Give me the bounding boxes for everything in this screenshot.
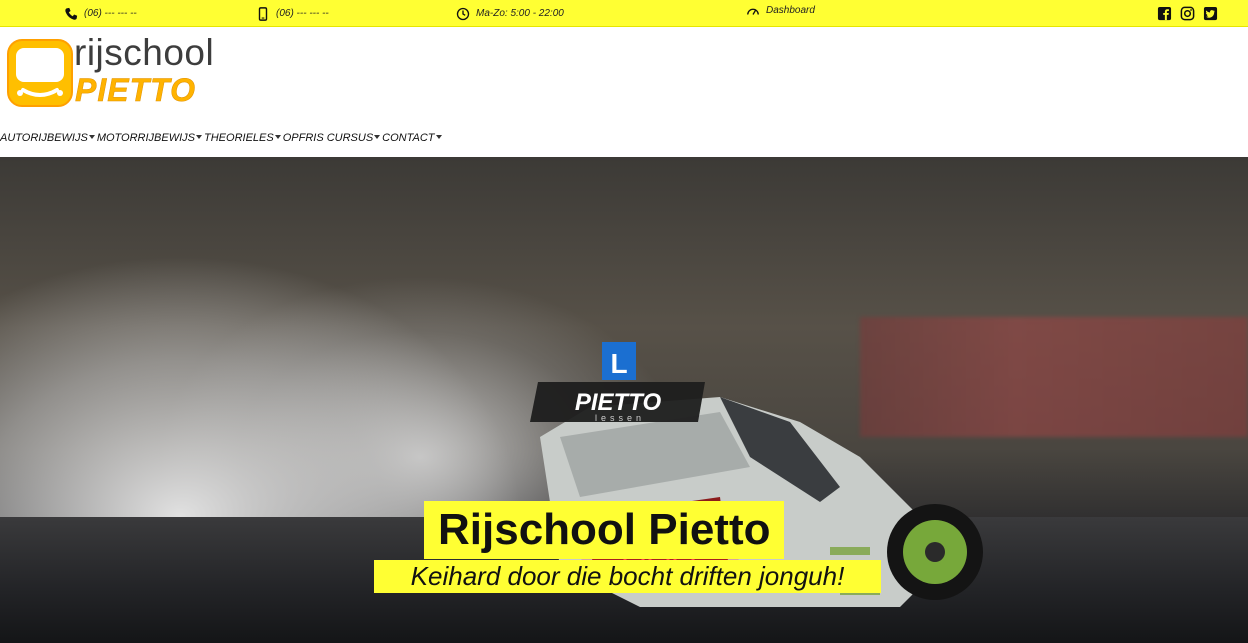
nav-item-autorijbewijs[interactable]: AUTORIJBEWIJS [0, 132, 95, 144]
mobile-contact[interactable]: (06) --- --- -- [256, 0, 329, 27]
speedometer-icon [747, 8, 759, 15]
nav-label: CONTACT [382, 132, 435, 144]
mobile-icon [258, 6, 268, 21]
twitter-icon[interactable] [1203, 6, 1218, 21]
nav-label: AUTORIJBEWIJS [0, 132, 88, 144]
logo-text-pietto: PIETTO [75, 72, 196, 109]
top-info-bar: (06) --- --- -- (06) --- --- -- Ma-Zo: 5… [0, 0, 1248, 27]
caret-down-icon [88, 135, 95, 139]
main-navigation: AUTORIJBEWIJS MOTORRIJBEWIJS THEORIELES … [0, 132, 442, 144]
phone-icon [65, 7, 78, 20]
hero-title: Rijschool Pietto [424, 501, 785, 559]
opening-hours: Ma-Zo: 5:00 - 22:00 [456, 0, 564, 27]
facebook-icon[interactable] [1157, 6, 1172, 21]
nav-item-theorieles[interactable]: THEORIELES [204, 132, 281, 144]
hours-text: Ma-Zo: 5:00 - 22:00 [476, 8, 564, 19]
nav-item-motorrijbewijs[interactable]: MOTORRIJBEWIJS [96, 132, 203, 144]
nav-label: MOTORRIJBEWIJS [96, 132, 196, 144]
site-logo[interactable]: rijschool PIETTO [5, 32, 220, 113]
nav-item-opfris-cursus[interactable]: OPFRIS CURSUS [282, 132, 381, 144]
roof-sign-subtext: lessen [595, 413, 645, 423]
nav-item-contact[interactable]: CONTACT [382, 132, 442, 144]
caret-down-icon [274, 135, 281, 139]
caret-down-icon [374, 135, 381, 139]
social-links [1157, 6, 1218, 21]
phone-contact[interactable]: (06) --- --- -- [64, 0, 137, 27]
roof-sign-text: PIETTO [575, 389, 662, 416]
l-plate-text: L [610, 348, 627, 379]
instagram-icon[interactable] [1180, 6, 1195, 21]
nav-label: OPFRIS CURSUS [282, 132, 374, 144]
hero-banner: PIETTO lessen L Rijschool Pietto Keihard… [0, 157, 1248, 643]
logo-text-rijschool: rijschool [74, 32, 215, 73]
hero-subtitle: Keihard door die bocht driften jonguh! [374, 560, 881, 593]
nav-label: THEORIELES [204, 132, 274, 144]
caret-down-icon [435, 135, 442, 139]
dashboard-label: Dashboard [766, 5, 815, 16]
site-header: rijschool PIETTO AUTORIJBEWIJS MOTORRIJB… [0, 28, 1248, 157]
clock-icon [456, 7, 470, 20]
phone-number: (06) --- --- -- [84, 8, 137, 19]
bus-logo-icon [7, 39, 73, 107]
caret-down-icon [196, 135, 203, 139]
dashboard-link[interactable]: Dashboard [746, 0, 815, 24]
mobile-number: (06) --- --- -- [276, 8, 329, 19]
